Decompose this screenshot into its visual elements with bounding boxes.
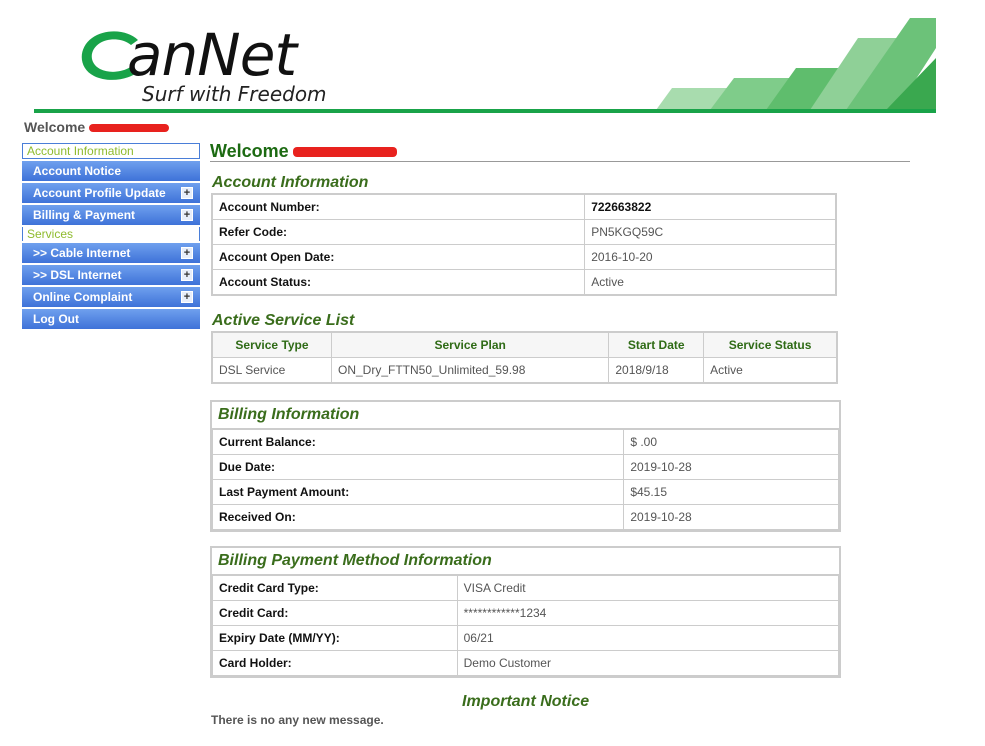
refer-code-label: Refer Code:: [211, 219, 586, 245]
card-holder-label: Card Holder:: [212, 650, 458, 676]
table-row: Received On: 2019-10-28: [211, 504, 839, 530]
title-divider: [210, 161, 910, 162]
expiry-date-value: 06/21: [456, 625, 840, 651]
payment-method-table: Credit Card Type: VISA Credit Credit Car…: [212, 575, 840, 676]
sidebar-nav: Account Information Account Notice Accou…: [22, 143, 200, 329]
service-type-cell: DSL Service: [211, 357, 332, 384]
table-row: Current Balance: $ .00: [211, 429, 839, 455]
payment-method-title: Billing Payment Method Information: [212, 548, 839, 575]
sidebar-item-label: Account Profile Update: [33, 186, 166, 200]
header-welcome: Welcome: [24, 119, 170, 135]
table-row: DSL Service ON_Dry_FTTN50_Unlimited_59.9…: [211, 357, 838, 384]
important-notice-title: Important Notice: [462, 693, 590, 710]
sidebar-category-services: Services: [22, 227, 200, 241]
last-payment-value: $45.15: [623, 479, 839, 505]
sidebar-category-account: Account Information: [22, 143, 200, 159]
received-on-value: 2019-10-28: [623, 504, 839, 530]
table-row: Card Holder: Demo Customer: [212, 650, 840, 676]
sidebar-item-log-out[interactable]: Log Out: [22, 309, 200, 329]
page-title: Welcome: [210, 141, 397, 162]
column-header-start-date: Start Date: [608, 331, 705, 358]
credit-card-label: Credit Card:: [212, 600, 458, 626]
last-payment-label: Last Payment Amount:: [211, 479, 625, 505]
card-type-value: VISA Credit: [456, 575, 840, 601]
expand-plus-icon[interactable]: +: [181, 209, 193, 221]
column-header-service-type: Service Type: [211, 331, 332, 358]
current-balance-value: $ .00: [623, 429, 839, 455]
table-row: Last Payment Amount: $45.15: [211, 479, 839, 505]
expand-plus-icon[interactable]: +: [181, 187, 193, 199]
table-row: Account Status: Active: [211, 269, 837, 296]
table-row: Expiry Date (MM/YY): 06/21: [212, 625, 840, 651]
account-number-label: Account Number:: [211, 193, 586, 220]
account-open-date-label: Account Open Date:: [211, 244, 586, 270]
account-info-table: Account Number: 722663822 Refer Code: PN…: [211, 193, 837, 296]
received-on-label: Received On:: [211, 504, 625, 530]
payment-method-panel: Billing Payment Method Information Credi…: [210, 546, 841, 678]
canet-logo[interactable]: anNet Surf with Freedom: [70, 22, 340, 112]
due-date-label: Due Date:: [211, 454, 625, 480]
current-balance-label: Current Balance:: [211, 429, 625, 455]
sidebar-item-billing-payment[interactable]: Billing & Payment +: [22, 205, 200, 225]
sidebar-item-online-complaint[interactable]: Online Complaint +: [22, 287, 200, 307]
table-row: Account Open Date: 2016-10-20: [211, 244, 837, 270]
due-date-value: 2019-10-28: [623, 454, 839, 480]
header-divider: [34, 109, 936, 113]
expand-plus-icon[interactable]: +: [181, 247, 193, 259]
start-date-cell: 2018/9/18: [608, 357, 705, 384]
billing-info-table: Current Balance: $ .00 Due Date: 2019-10…: [211, 429, 839, 530]
sidebar-item-account-profile-update[interactable]: Account Profile Update +: [22, 183, 200, 203]
sidebar-item-account-notice[interactable]: Account Notice: [22, 161, 200, 181]
service-status-cell: Active: [703, 357, 838, 384]
credit-card-value: ************1234: [456, 600, 840, 626]
table-row: Due Date: 2019-10-28: [211, 454, 839, 480]
expand-plus-icon[interactable]: +: [181, 269, 193, 281]
billing-info-panel: Billing Information Current Balance: $ .…: [210, 400, 841, 532]
sidebar-item-dsl-internet[interactable]: >> DSL Internet +: [22, 265, 200, 285]
column-header-service-status: Service Status: [703, 331, 838, 358]
table-row: Credit Card: ************1234: [212, 600, 840, 626]
service-list-table: Service Type Service Plan Start Date Ser…: [211, 331, 838, 384]
refer-code-value: PN5KGQ59C: [584, 219, 837, 245]
sidebar-item-label: Billing & Payment: [33, 208, 136, 222]
sidebar-item-label: >> DSL Internet: [33, 268, 122, 282]
sidebar-item-cable-internet[interactable]: >> Cable Internet +: [22, 243, 200, 263]
logo-tagline: Surf with Freedom: [142, 82, 327, 106]
account-status-value: Active: [584, 269, 837, 296]
sidebar-item-label: Account Notice: [33, 164, 122, 178]
expiry-date-label: Expiry Date (MM/YY):: [212, 625, 458, 651]
redacted-username: [89, 124, 170, 133]
header-decoration-stripes: [656, 18, 936, 110]
expand-plus-icon[interactable]: +: [181, 291, 193, 303]
service-list-title: Active Service List: [212, 312, 355, 329]
column-header-service-plan: Service Plan: [330, 331, 610, 358]
table-row: Refer Code: PN5KGQ59C: [211, 219, 837, 245]
table-header-row: Service Type Service Plan Start Date Ser…: [211, 331, 838, 358]
table-row: Credit Card Type: VISA Credit: [212, 575, 840, 601]
card-type-label: Credit Card Type:: [212, 575, 458, 601]
billing-info-title: Billing Information: [212, 402, 839, 429]
page-title-label: Welcome: [210, 141, 289, 161]
redacted-username: [292, 147, 397, 158]
sidebar-item-label: Log Out: [33, 312, 79, 326]
sidebar-item-label: >> Cable Internet: [33, 246, 131, 260]
sidebar-item-label: Online Complaint: [33, 290, 133, 304]
logo-wordmark: anNet: [127, 21, 297, 89]
service-plan-cell: ON_Dry_FTTN50_Unlimited_59.98: [330, 357, 610, 384]
account-number-value: 722663822: [584, 193, 837, 220]
header-welcome-label: Welcome: [24, 119, 86, 135]
account-open-date-value: 2016-10-20: [584, 244, 837, 270]
card-holder-value: Demo Customer: [456, 650, 840, 676]
important-notice-message: There is no any new message.: [211, 713, 384, 727]
account-status-label: Account Status:: [211, 269, 586, 296]
table-row: Account Number: 722663822: [211, 193, 837, 220]
account-info-title: Account Information: [212, 174, 369, 191]
